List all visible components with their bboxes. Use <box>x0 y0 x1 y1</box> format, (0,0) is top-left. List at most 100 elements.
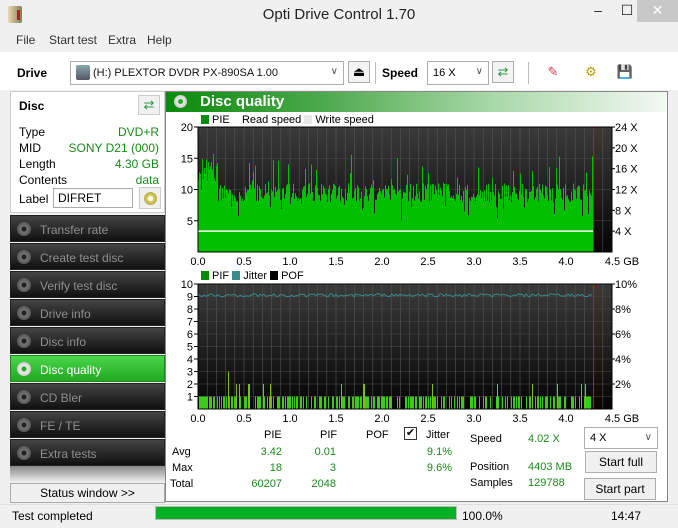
pie-bar <box>430 184 431 252</box>
test-speed-select[interactable]: 4 X ∨ <box>584 427 658 449</box>
pie-bar <box>536 188 537 252</box>
y-tick-label: 10 <box>181 279 193 291</box>
pie-bar <box>440 187 441 252</box>
nav-fe-te[interactable]: FE / TE <box>10 411 165 438</box>
minimize-button[interactable]: – <box>583 0 613 22</box>
pie-bar <box>335 186 336 252</box>
pie-bar <box>287 183 288 252</box>
chevron-down-icon: ∨ <box>644 432 652 443</box>
nav-disc-info[interactable]: Disc info <box>10 327 165 354</box>
pie-bar <box>333 183 334 252</box>
pie-bar <box>418 198 419 252</box>
menu-extra[interactable]: Extra <box>108 33 136 47</box>
pie-bar <box>466 190 467 252</box>
y2-tick-label: 6% <box>615 329 631 341</box>
pif-bar <box>229 396 230 409</box>
nav-disc-icon <box>17 446 31 460</box>
pif-bar <box>406 396 407 409</box>
drive-select[interactable]: (H:) PLEXTOR DVDR PX-890SA 1.00 ∨ <box>70 61 344 85</box>
x-tick-label: 0.5 <box>236 256 251 268</box>
pif-bar <box>419 396 420 409</box>
eject-button[interactable]: ⏏ <box>348 61 370 83</box>
pie-bar <box>323 185 324 252</box>
y2-tick-label: 4 X <box>615 226 632 238</box>
nav-drive-info[interactable]: Drive info <box>10 299 165 326</box>
y2-tick-label: 2% <box>615 379 631 391</box>
pie-bar <box>312 191 313 252</box>
jitter-checkbox[interactable]: ✔ <box>404 427 417 440</box>
pie-bar <box>541 192 542 252</box>
pie-bar <box>410 184 411 252</box>
pif-bar <box>412 396 413 409</box>
toolbar-divider <box>528 62 529 84</box>
pif-bar <box>579 396 580 409</box>
pif-bar <box>357 396 358 409</box>
pie-bar <box>413 186 414 252</box>
disc-icon[interactable] <box>139 187 161 209</box>
speed-select[interactable]: 16 X ∨ <box>427 61 489 85</box>
pie-bar <box>261 196 262 252</box>
pif-bar <box>224 396 225 409</box>
status-window-button[interactable]: Status window >> <box>10 483 165 503</box>
pif-bar <box>301 396 302 409</box>
pie-bar <box>246 192 247 252</box>
x-tick-label: 1.5 <box>328 413 343 425</box>
pie-bar <box>447 185 448 252</box>
pie-bar <box>493 192 494 252</box>
start-full-button[interactable]: Start full <box>585 451 657 473</box>
pif-bar <box>211 396 212 409</box>
refresh-disc-button[interactable]: ⇄ <box>138 95 160 115</box>
menu-help[interactable]: Help <box>147 33 172 47</box>
drive-label: Drive <box>17 66 48 80</box>
pie-bar <box>402 198 403 252</box>
pif-bar <box>457 396 458 409</box>
start-part-button[interactable]: Start part <box>584 478 656 500</box>
pif-bar <box>586 396 587 409</box>
pif-bar <box>408 396 409 409</box>
pie-bar <box>455 201 456 252</box>
pie-bar <box>318 194 319 252</box>
save-icon[interactable]: 💾 <box>614 61 636 83</box>
pif-bar <box>550 396 551 409</box>
pie-bar <box>279 188 280 252</box>
pie-bar <box>367 196 368 252</box>
pie-bar <box>580 199 581 252</box>
pie-bar <box>286 185 287 252</box>
pie-bar <box>438 183 439 252</box>
row-total-label: Total <box>170 478 194 490</box>
menu-file[interactable]: File <box>16 33 35 47</box>
pie-bar <box>302 189 303 252</box>
pie-bar <box>474 197 475 252</box>
pif-bar <box>530 396 531 409</box>
pie-bar <box>489 202 490 252</box>
pif-bar <box>315 396 316 409</box>
pie-bar <box>419 191 420 252</box>
nav-verify-test-disc[interactable]: Verify test disc <box>10 271 165 298</box>
y2-tick-label: 20 X <box>615 143 638 155</box>
pie-bar <box>480 190 481 252</box>
x-tick-label: 3.5 <box>512 256 527 268</box>
nav-create-test-disc[interactable]: Create test disc <box>10 243 165 270</box>
pie-bar <box>587 195 588 252</box>
pie-bar <box>479 194 480 252</box>
nav-cd-bler[interactable]: CD Bler <box>10 383 165 410</box>
settings-icon[interactable]: ⚙ <box>580 61 602 83</box>
pie-bar <box>441 190 442 252</box>
close-button[interactable]: ✕ <box>637 0 678 22</box>
pif-bar <box>344 396 345 409</box>
refresh-speed-button[interactable]: ⇄ <box>492 61 514 83</box>
pif-bar <box>289 396 290 409</box>
erase-icon[interactable]: ✎ <box>542 61 564 83</box>
pif-bar <box>210 396 211 409</box>
pie-bar <box>505 197 506 252</box>
disc-label-input[interactable]: DIFRET <box>53 188 133 208</box>
menu-start-test[interactable]: Start test <box>49 33 97 47</box>
pie-bar <box>351 154 352 252</box>
pie-bar <box>517 198 518 252</box>
nav-disc-quality[interactable]: Disc quality <box>10 355 165 382</box>
pif-bar <box>320 396 321 409</box>
nav-transfer-rate[interactable]: Transfer rate <box>10 215 165 242</box>
pie-bar <box>518 199 519 252</box>
pif-bar <box>518 396 519 409</box>
nav-extra-tests[interactable]: Extra tests <box>10 439 165 466</box>
